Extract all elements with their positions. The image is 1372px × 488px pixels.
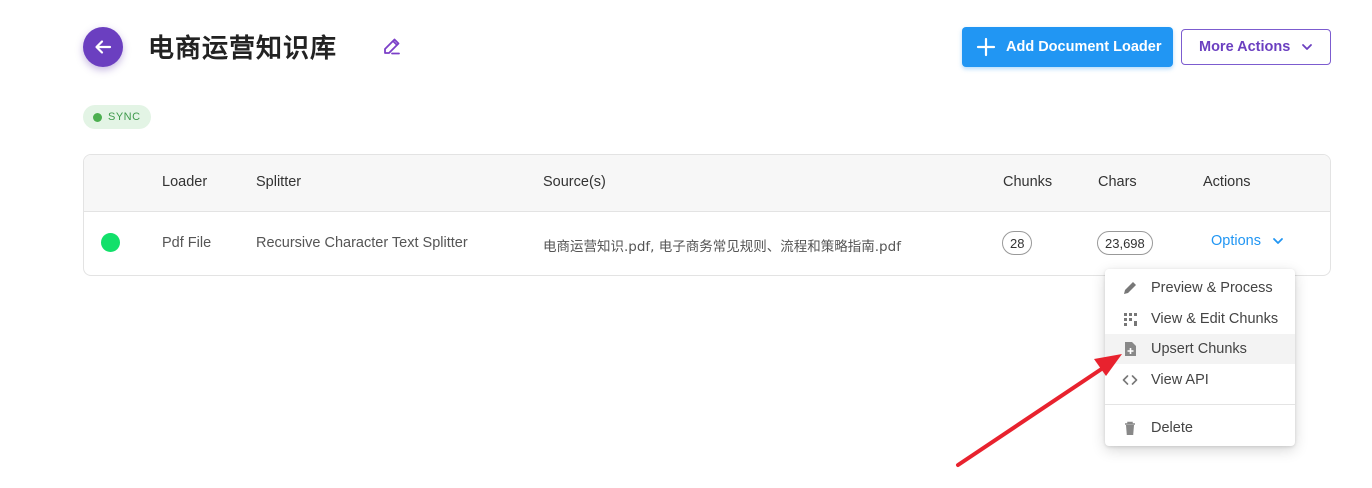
menu-item-label: View API	[1151, 372, 1209, 388]
splitter-cell: Recursive Character Text Splitter	[256, 235, 468, 251]
column-header-actions: Actions	[1203, 174, 1251, 190]
menu-item-delete[interactable]: Delete	[1105, 413, 1295, 443]
plus-icon	[976, 37, 996, 57]
chunks-count: 28	[1002, 231, 1033, 255]
column-header-sources: Source(s)	[543, 174, 606, 190]
edit-title-icon[interactable]	[382, 36, 402, 56]
add-document-loader-button[interactable]: Add Document Loader	[962, 27, 1173, 67]
menu-item-label: Upsert Chunks	[1151, 341, 1247, 357]
document-loaders-table: Loader Splitter Source(s) Chunks Chars A…	[83, 154, 1331, 276]
back-button[interactable]	[83, 27, 123, 67]
file-add-icon	[1125, 342, 1136, 356]
menu-item-view-api[interactable]: View API	[1105, 365, 1295, 395]
trash-icon	[1125, 421, 1135, 435]
menu-item-label: Delete	[1151, 420, 1193, 436]
loader-status-dot	[101, 233, 120, 252]
page-title: 电商运营知识库	[148, 34, 338, 64]
options-label: Options	[1211, 233, 1261, 249]
arrow-left-icon	[95, 40, 112, 54]
grid-dots-icon	[1124, 313, 1137, 326]
menu-divider	[1105, 404, 1295, 405]
column-header-chunks: Chunks	[1003, 174, 1053, 190]
status-badge-label: SYNC	[108, 111, 141, 123]
status-badge: SYNC	[83, 105, 151, 129]
menu-item-label: View & Edit Chunks	[1151, 311, 1279, 327]
chevron-down-icon	[1302, 44, 1313, 50]
add-document-loader-label: Add Document Loader	[1006, 39, 1162, 55]
status-dot	[93, 112, 102, 122]
chevron-down-icon	[1273, 238, 1283, 244]
column-header-chars: Chars	[1098, 174, 1137, 190]
loader-cell: Pdf File	[162, 235, 212, 251]
menu-item-view-edit-chunks[interactable]: View & Edit Chunks	[1105, 304, 1295, 334]
code-icon	[1122, 375, 1138, 385]
more-actions-button[interactable]: More Actions	[1181, 29, 1331, 65]
menu-item-label: Preview & Process	[1151, 280, 1273, 296]
more-actions-label: More Actions	[1199, 39, 1291, 55]
sources-cell: 电商运营知识.pdf, 电子商务常见规则、流程和策略指南.pdf	[543, 239, 901, 255]
menu-item-preview-process[interactable]: Preview & Process	[1105, 273, 1295, 303]
menu-item-upsert-chunks[interactable]: Upsert Chunks	[1105, 334, 1295, 364]
pencil-icon	[1124, 282, 1136, 294]
chars-count: 23,698	[1097, 231, 1153, 255]
options-menu: Preview & Process View & Edit Chunks Ups…	[1105, 269, 1295, 446]
column-header-loader: Loader	[162, 174, 208, 190]
options-dropdown-button[interactable]: Options	[1211, 233, 1285, 249]
column-header-splitter: Splitter	[256, 174, 302, 190]
table-header: Loader Splitter Source(s) Chunks Chars A…	[84, 155, 1330, 212]
